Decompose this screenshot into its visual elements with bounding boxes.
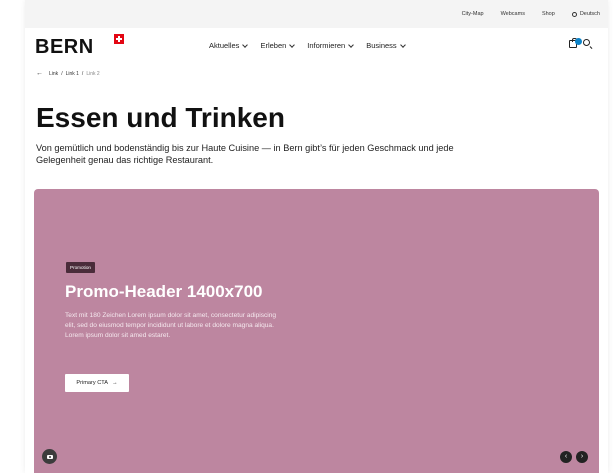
chevron-down-icon <box>289 41 296 48</box>
promo-header: Promotion Promo-Header 1400x700 Text mit… <box>34 189 599 473</box>
globe-icon <box>571 11 577 17</box>
page-title: Essen und Trinken <box>36 102 285 133</box>
promotion-tag: Promotion <box>66 262 95 273</box>
language-label: Deutsch <box>579 11 600 17</box>
topbar-link-webcams[interactable]: Webcams <box>501 11 525 17</box>
top-utility-bar: City-Map Webcams Shop Deutsch <box>25 0 608 28</box>
breadcrumb: ← Link / Link 1 / Link 2 <box>36 70 100 77</box>
breadcrumb-separator: / <box>81 70 84 77</box>
language-switch[interactable]: Deutsch <box>571 11 600 17</box>
breadcrumb-link-1[interactable]: Link 1 <box>66 71 79 77</box>
main-navigation: Aktuelles Erleben Informieren Business <box>209 41 406 50</box>
primary-cta-button[interactable]: Primary CTA → <box>65 374 129 392</box>
header-actions <box>569 37 590 48</box>
chevron-down-icon <box>348 41 355 48</box>
next-slide-button[interactable]: › <box>576 451 588 463</box>
shopping-bag-icon[interactable] <box>569 38 582 48</box>
topbar-link-city-map[interactable]: City-Map <box>462 11 484 17</box>
breadcrumb-separator: / <box>61 70 63 77</box>
page: City-Map Webcams Shop Deutsch BERN Aktue… <box>25 0 608 473</box>
breadcrumb-current: Link 2 <box>86 70 100 77</box>
cta-label: Primary CTA <box>76 380 108 386</box>
nav-item-informieren[interactable]: Informieren <box>307 41 355 50</box>
bern-logo[interactable]: BERN <box>35 37 94 57</box>
cart-badge <box>575 38 582 45</box>
nav-item-aktuelles[interactable]: Aktuelles <box>209 41 249 50</box>
chevron-down-icon <box>399 41 406 48</box>
promo-title: Promo-Header 1400x700 <box>65 282 263 301</box>
promo-text: Text mit 180 Zeichen Lorem ipsum dolor s… <box>65 312 277 339</box>
nav-item-erleben[interactable]: Erleben <box>260 41 296 50</box>
nav-item-business[interactable]: Business <box>366 41 406 50</box>
back-arrow-icon[interactable]: ← <box>36 70 43 77</box>
swiss-flag-icon <box>114 34 124 44</box>
previous-slide-button[interactable]: ‹ <box>560 451 572 463</box>
breadcrumb-link-0[interactable]: Link <box>49 71 58 77</box>
page-intro: Von gemütlich und bodenständig bis zur H… <box>36 143 454 165</box>
topbar-link-shop[interactable]: Shop <box>542 11 555 17</box>
search-icon[interactable] <box>583 39 590 46</box>
arrow-right-icon: → <box>112 380 118 386</box>
camera-icon[interactable] <box>42 449 57 464</box>
chevron-down-icon <box>242 41 249 48</box>
